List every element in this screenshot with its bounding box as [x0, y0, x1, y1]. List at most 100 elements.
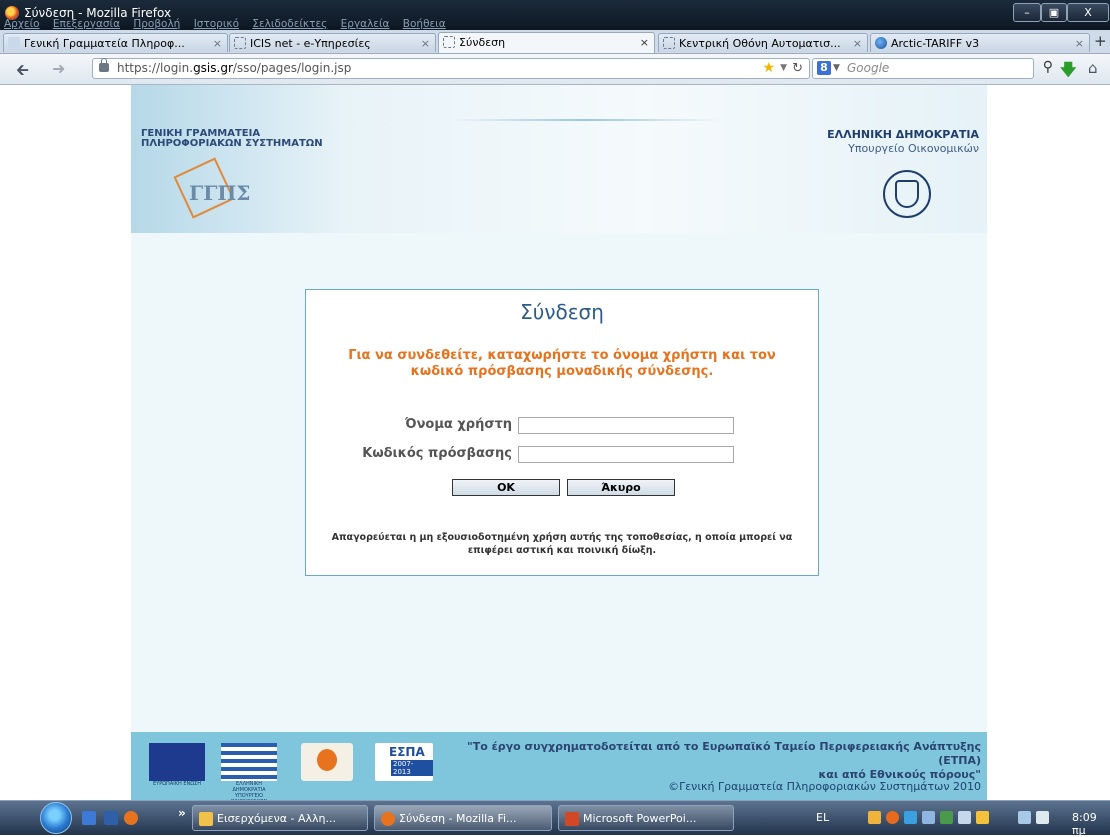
tab-label: ICIS net - e-Υπηρεσίες — [250, 37, 371, 50]
tab-close-icon[interactable]: × — [421, 34, 430, 52]
cancel-button[interactable]: Άκυρο — [567, 479, 675, 496]
globe-icon — [875, 37, 887, 49]
minimize-button[interactable]: – — [1013, 3, 1041, 22]
tab-gsis-home[interactable]: Γενική Γραμματεία Πληροφ... × — [3, 33, 228, 52]
page-favicon-icon — [234, 37, 246, 49]
lock-icon — [99, 58, 109, 72]
copyright: ©Γενική Γραμματεία Πληροφοριακών Συστημά… — [668, 780, 981, 793]
tab-close-icon[interactable]: × — [213, 34, 222, 52]
tab-strip: Γενική Γραμματεία Πληροφ... × ICIS net -… — [0, 30, 1110, 54]
login-panel: Σύνδεση Για να συνδεθείτε, καταχωρήστε τ… — [305, 289, 819, 576]
menu-help[interactable]: Βοήθεια — [403, 18, 446, 30]
firefox-quicklaunch-icon[interactable] — [124, 811, 138, 825]
forward-arrow-icon[interactable]: ➜ — [52, 59, 65, 78]
tab-arctic-tariff[interactable]: Arctic-TARIFF v3 × — [870, 33, 1090, 52]
url-dropdown-icon[interactable]: ▼ — [780, 59, 787, 78]
tray-app-icon[interactable] — [904, 811, 917, 824]
url-prefix: https://login. — [117, 61, 194, 75]
firefox-icon — [381, 812, 395, 826]
page-favicon-icon — [663, 37, 675, 49]
republic-label: ΕΛΛΗΝΙΚΗ ΔΗΜΟΚΡΑΤΙΑ — [827, 128, 979, 141]
menu-tools[interactable]: Εργαλεία — [341, 18, 390, 30]
search-placeholder: Google — [847, 61, 890, 75]
gsis-logo-text: ΓΓΠΣ — [189, 181, 251, 205]
menu-view[interactable]: Προβολή — [133, 18, 180, 30]
funding-line1: "Το έργο συγχρηματοδοτείται από το Ευρωπ… — [467, 740, 981, 767]
tray-app-icon[interactable] — [940, 811, 953, 824]
tab-icis-net[interactable]: ICIS net - e-Υπηρεσίες × — [229, 33, 436, 52]
taskbar-item-firefox[interactable]: Σύνδεση - Mozilla Fi... — [374, 805, 552, 831]
tray-app-icon[interactable] — [922, 811, 935, 824]
gsis-favicon-icon — [8, 37, 20, 49]
ministry-label: Υπουργείο Οικονομικών — [848, 142, 979, 155]
volume-icon[interactable] — [1036, 811, 1049, 824]
search-engine-dropdown-icon[interactable]: ▼ — [833, 59, 840, 78]
maximize-button[interactable]: ▣ — [1041, 3, 1067, 22]
legal-warning: Απαγορεύεται η μη εξουσιοδοτημένη χρήση … — [331, 532, 793, 556]
google-icon[interactable]: 8 — [817, 61, 831, 75]
show-desktop-icon[interactable] — [82, 811, 96, 825]
menu-history[interactable]: Ιστορικό — [194, 18, 239, 30]
org-name-line2: ΠΛΗΡΟΦΟΡΙΑΚΩΝ ΣΥΣΤΗΜΑΤΩΝ — [141, 138, 323, 149]
menu-bar: Αρχείο Επεξεργασία Προβολή Ιστορικό Σελι… — [4, 18, 456, 30]
eu-flag-icon — [149, 743, 205, 781]
powerpoint-icon — [565, 812, 579, 826]
espa-label: ΕΣΠΑ — [389, 745, 425, 759]
taskbar-item-label: Σύνδεση - Mozilla Fi... — [399, 812, 517, 825]
username-field[interactable] — [518, 417, 734, 434]
tray-app-icon[interactable] — [886, 811, 899, 824]
tab-close-icon[interactable]: × — [853, 34, 862, 52]
taskbar-item-powerpoint[interactable]: Microsoft PowerPoi... — [558, 805, 734, 831]
window-titlebar: Σύνδεση - Mozilla Firefox Αρχείο Επεξεργ… — [0, 0, 1110, 30]
windows-taskbar: » Εισερχόμενα - Αλλη... Σύνδεση - Mozill… — [0, 800, 1110, 837]
bookmark-star-icon[interactable]: ★ — [762, 59, 775, 78]
navigation-toolbar: 🡰 ➜ https://login.gsis.gr/sso/pages/logi… — [0, 54, 1110, 85]
taskbar-item-label: Microsoft PowerPoi... — [583, 812, 697, 825]
username-label: Όνομα χρήστη — [404, 417, 512, 432]
tab-close-icon[interactable]: × — [1075, 34, 1084, 52]
home-icon[interactable]: ⌂ — [1088, 59, 1098, 77]
tab-label: Γενική Γραμματεία Πληροφ... — [24, 37, 185, 50]
tray-app-icon[interactable] — [976, 811, 989, 824]
taskbar-item-label: Εισερχόμενα - Αλλη... — [217, 812, 336, 825]
login-instructions: Για να συνδεθείτε, καταχωρήστε το όνομα … — [348, 348, 776, 379]
site-footer: ΕΥΡΩΠΑΪΚΗ ΕΝΩΣΗ ΕΛΛΗΝΙΚΗ ΔΗΜΟΚΡΑΤΙΑ ΥΠΟΥ… — [131, 732, 987, 805]
greek-flag-icon — [221, 743, 277, 781]
quicklaunch-more-icon[interactable]: » — [178, 806, 186, 820]
password-field[interactable] — [518, 446, 734, 463]
close-window-button[interactable]: X — [1067, 3, 1109, 22]
eu-caption: ΕΥΡΩΠΑΪΚΗ ΕΝΩΣΗ — [153, 781, 201, 787]
tab-label: Arctic-TARIFF v3 — [891, 37, 980, 50]
funding-statement: "Το έργο συγχρηματοδοτείται από το Ευρωπ… — [421, 740, 981, 782]
download-arrow-icon[interactable]: 🡇 — [1060, 59, 1076, 86]
menu-edit[interactable]: Επεξεργασία — [53, 18, 120, 30]
network-icon[interactable] — [1018, 811, 1031, 824]
ok-button[interactable]: OK — [452, 479, 560, 496]
start-button-icon[interactable] — [40, 802, 72, 834]
info-logo-mark — [317, 749, 337, 771]
tab-login[interactable]: Σύνδεση × — [438, 32, 655, 53]
password-label: Κωδικός πρόσβασης — [362, 446, 512, 461]
site-banner: ΓΕΝΙΚΗ ΓΡΑΜΜΑΤΕΙΑ ΠΛΗΡΟΦΟΡΙΑΚΩΝ ΣΥΣΤΗΜΑΤ… — [131, 85, 987, 233]
banner-decoration — [451, 119, 721, 121]
site-container: ΓΕΝΙΚΗ ΓΡΑΜΜΑΤΕΙΑ ΠΛΗΡΟΦΟΡΙΑΚΩΝ ΣΥΣΤΗΜΑΤ… — [131, 85, 987, 805]
switch-windows-icon[interactable] — [104, 811, 118, 825]
new-tab-button[interactable]: + — [1094, 32, 1107, 50]
login-heading: Σύνδεση — [520, 300, 604, 324]
url-bar[interactable]: https://login.gsis.gr/sso/pages/login.js… — [92, 58, 810, 79]
menu-bookmarks[interactable]: Σελιδοδείκτες — [252, 18, 327, 30]
tab-close-icon[interactable]: × — [640, 33, 649, 52]
search-box[interactable]: 8 ▼ Google ⚲ — [812, 58, 1053, 79]
back-arrow-icon[interactable]: 🡰 — [16, 59, 29, 86]
taskbar-item-outlook[interactable]: Εισερχόμενα - Αλλη... — [192, 805, 368, 831]
reload-icon[interactable]: ↻ — [792, 59, 803, 78]
tab-central-screen[interactable]: Κεντρική Οθόνη Αυτοματισ... × — [658, 33, 868, 52]
search-icon[interactable]: ⚲ — [1043, 58, 1053, 77]
url-host: gsis.gr — [193, 61, 233, 75]
menu-file[interactable]: Αρχείο — [4, 18, 40, 30]
taskbar-clock[interactable]: 8:09 πμ — [1072, 811, 1110, 837]
language-indicator[interactable]: EL — [816, 811, 829, 824]
tray-app-icon[interactable] — [958, 811, 971, 824]
tray-app-icon[interactable] — [868, 811, 881, 824]
greek-emblem-icon — [883, 170, 931, 218]
